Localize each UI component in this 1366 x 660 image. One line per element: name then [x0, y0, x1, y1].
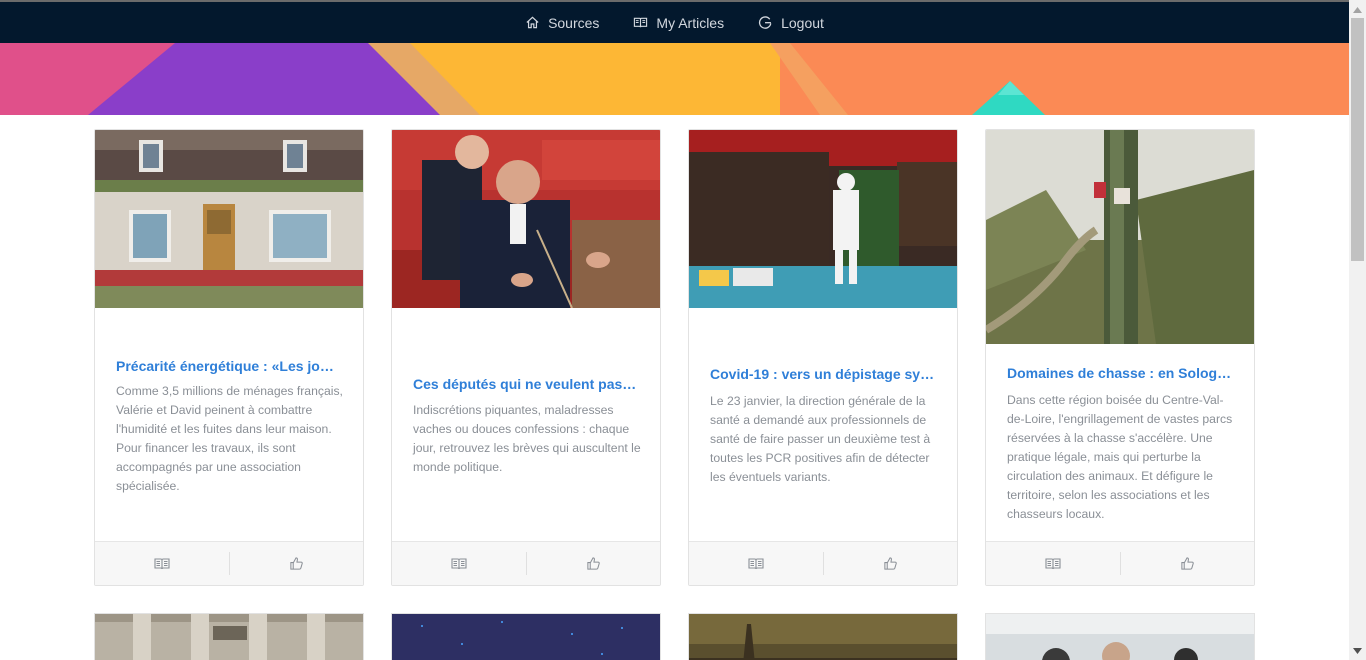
book-icon: [1045, 557, 1061, 569]
article-summary: Indiscrétions piquantes, maladresses vac…: [413, 403, 641, 474]
book-icon: [634, 17, 648, 28]
home-icon: [526, 16, 539, 29]
chevron-down-icon: [1353, 647, 1362, 654]
thumbs-up-icon: [1181, 557, 1194, 570]
read-button[interactable]: [986, 542, 1120, 585]
article-summary: Dans cette région boisée du Centre-Val-d…: [1007, 393, 1233, 521]
article-summary: Le 23 janvier, la direction générale de …: [710, 394, 931, 484]
book-icon: [451, 557, 467, 569]
read-button[interactable]: [392, 542, 526, 585]
nav-sources-label: Sources: [548, 14, 600, 31]
like-button[interactable]: [1121, 542, 1255, 585]
nav-my-articles-label: My Articles: [656, 14, 725, 31]
top-navbar: Sources My Articles Logout: [0, 2, 1349, 43]
nav-logout[interactable]: Logout: [758, 15, 824, 31]
article-card[interactable]: Covid-19 : vers un dépistage sys… Le 23 …: [688, 129, 958, 586]
thumbs-up-icon: [290, 557, 303, 570]
scroll-up-button[interactable]: [1349, 2, 1366, 17]
like-button[interactable]: [230, 542, 364, 585]
read-button[interactable]: [95, 542, 229, 585]
article-card-partial[interactable]: [985, 613, 1255, 660]
thumbs-up-icon: [587, 557, 600, 570]
article-title[interactable]: Covid-19 : vers un dépistage sys…: [710, 366, 936, 382]
article-title[interactable]: Précarité énergétique : «Les jour…: [116, 358, 342, 374]
read-button[interactable]: [689, 542, 823, 585]
chevron-up-icon: [1353, 6, 1362, 13]
like-button[interactable]: [527, 542, 661, 585]
banner-graphic: [0, 43, 1349, 115]
logout-icon: [759, 16, 772, 29]
article-image-covid-test[interactable]: [689, 130, 957, 308]
thumbs-up-icon: [884, 557, 897, 570]
article-image-airplane: [986, 614, 1254, 660]
like-button[interactable]: [824, 542, 958, 585]
article-card[interactable]: Précarité énergétique : «Les jour… Comme…: [94, 129, 364, 586]
article-image-night-sky: [392, 614, 660, 660]
article-image-building: [95, 614, 363, 660]
card-footer: [95, 541, 363, 585]
article-card-partial[interactable]: [688, 613, 958, 660]
card-footer: [392, 541, 660, 585]
article-image-city: [689, 614, 957, 660]
article-image-forest[interactable]: [986, 130, 1254, 344]
book-icon: [748, 557, 764, 569]
nav-my-articles[interactable]: My Articles: [633, 15, 724, 31]
article-image-house[interactable]: [95, 130, 363, 308]
article-summary: Comme 3,5 millions de ménages français, …: [116, 384, 343, 493]
article-title[interactable]: Domaines de chasse : en Sologn…: [1007, 365, 1233, 381]
book-icon: [154, 557, 170, 569]
card-footer: [689, 541, 957, 585]
scroll-down-button[interactable]: [1349, 643, 1366, 658]
article-title[interactable]: Ces députés qui ne veulent pas …: [413, 376, 639, 392]
nav-sources[interactable]: Sources: [525, 15, 599, 31]
header-banner: [0, 43, 1349, 115]
article-card-partial[interactable]: [391, 613, 661, 660]
article-card[interactable]: Ces députés qui ne veulent pas … Indiscr…: [391, 129, 661, 586]
article-image-deputies[interactable]: [392, 130, 660, 308]
article-card-partial[interactable]: [94, 613, 364, 660]
scrollbar-thumb[interactable]: [1351, 18, 1364, 261]
vertical-scrollbar[interactable]: [1349, 0, 1366, 660]
nav-logout-label: Logout: [781, 14, 824, 31]
card-footer: [986, 541, 1254, 585]
article-card[interactable]: Domaines de chasse : en Sologn… Dans cet…: [985, 129, 1255, 586]
